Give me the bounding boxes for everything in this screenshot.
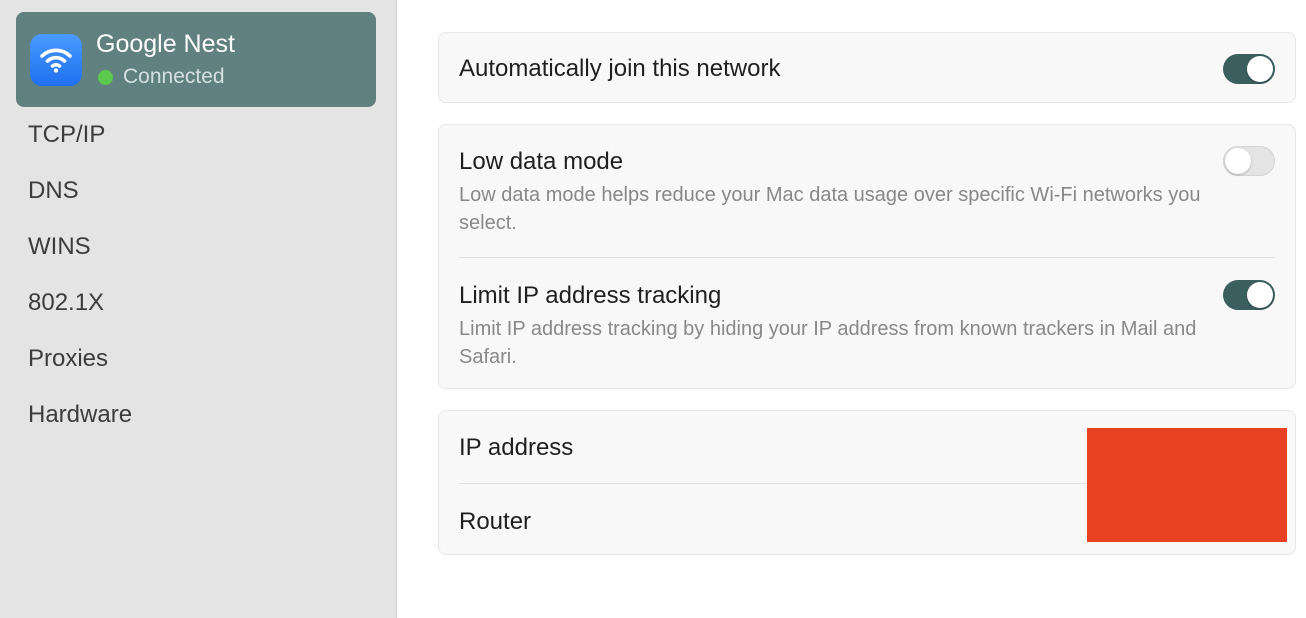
network-status: Connected <box>123 65 225 88</box>
auto-join-group: Automatically join this network <box>438 32 1296 103</box>
toggle-knob <box>1247 56 1273 82</box>
network-card-selected[interactable]: Google Nest Connected <box>16 12 376 107</box>
ip-address-label: IP address <box>459 434 574 461</box>
low-data-description: Low data mode helps reduce your Mac data… <box>459 184 1201 234</box>
limit-ip-toggle[interactable] <box>1223 280 1275 310</box>
network-status-row: Connected <box>98 65 225 89</box>
limit-ip-label: Limit IP address tracking <box>459 282 722 309</box>
network-name: Google Nest <box>96 30 235 58</box>
divider <box>459 257 1275 258</box>
limit-ip-description: Limit IP address tracking by hiding your… <box>459 318 1197 368</box>
low-data-toggle[interactable] <box>1223 146 1275 176</box>
sidebar-item-8021x[interactable]: 802.1X <box>28 289 104 317</box>
network-options-group: Low data mode Low data mode helps reduce… <box>438 124 1296 389</box>
sidebar-item-tcpip[interactable]: TCP/IP <box>28 121 105 149</box>
low-data-label: Low data mode <box>459 148 624 175</box>
sidebar-item-hardware[interactable]: Hardware <box>28 401 132 429</box>
sidebar-item-dns[interactable]: DNS <box>28 177 79 205</box>
router-label: Router <box>459 508 532 535</box>
sidebar-item-wins[interactable]: WINS <box>28 233 91 261</box>
wifi-icon <box>30 34 82 86</box>
status-dot-icon <box>98 69 113 85</box>
sidebar-item-proxies[interactable]: Proxies <box>28 345 108 373</box>
toggle-knob <box>1247 282 1273 308</box>
auto-join-label: Automatically join this network <box>459 55 781 82</box>
redacted-address-values <box>1087 428 1287 542</box>
sidebar: Google Nest Connected TCP/IP DNS WINS 80… <box>0 0 397 618</box>
auto-join-toggle[interactable] <box>1223 54 1275 84</box>
toggle-knob <box>1225 148 1251 174</box>
